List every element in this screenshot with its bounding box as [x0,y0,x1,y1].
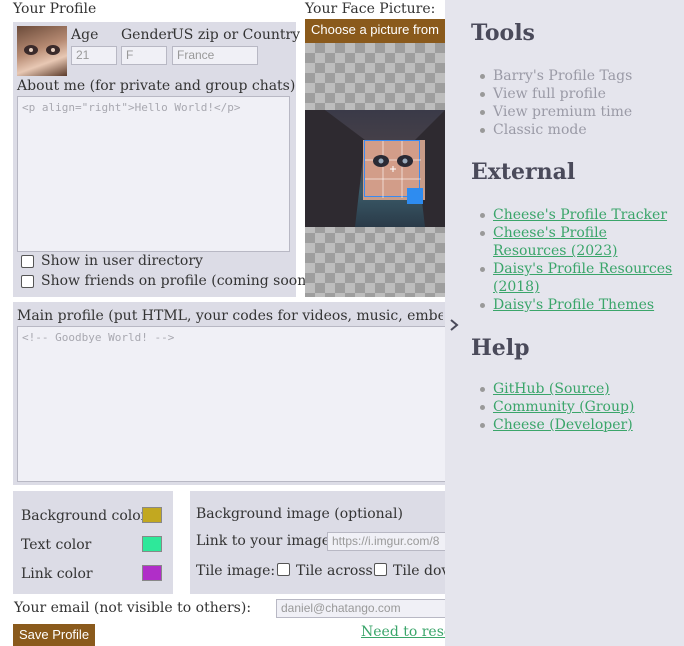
reset-link[interactable]: Need to reset [361,624,445,640]
profile-section-title: Your Profile [13,1,97,17]
external-heading: External [471,159,576,185]
gender-label: Gender [121,27,174,43]
tool-item-profile-tags[interactable]: Barry's Profile Tags [480,67,683,85]
age-input[interactable]: 21 [71,46,117,65]
save-profile-button[interactable]: Save Profile [13,624,95,646]
tools-list: Barry's Profile Tags View full profile V… [480,67,683,139]
avatar-face-icon [24,45,60,55]
tile-across-checkbox[interactable] [277,563,290,576]
sidebar: Tools Barry's Profile Tags View full pro… [445,0,684,646]
tile-across-label: Tile across [296,563,373,579]
about-label: About me (for private and group chats) [17,78,296,94]
image-link-input[interactable]: https://i.imgur.com/8 [327,532,445,551]
text-color-label: Text color [21,537,92,553]
tool-item-classic-mode[interactable]: Classic mode [480,121,683,139]
tool-item-premium-time[interactable]: View premium time [480,103,683,121]
tile-down-checkbox[interactable] [374,563,387,576]
external-link-daisy-themes[interactable]: Daisy's Profile Themes [480,296,683,314]
show-friends-checkbox[interactable] [21,275,34,288]
face-section-title: Your Face Picture: [305,1,436,17]
avatar[interactable] [17,26,67,76]
link-color-swatch[interactable] [142,565,162,581]
show-directory-checkbox[interactable] [21,255,34,268]
image-link-label: Link to your image: [196,533,335,549]
country-input[interactable]: France [172,46,258,65]
bg-image-panel: Background image (optional) Link to your… [190,491,445,594]
tools-heading: Tools [471,20,535,46]
email-label: Your email (not visible to others): [14,600,252,616]
main-profile-textarea[interactable]: <!-- Goodbye World! --> [17,326,445,482]
help-heading: Help [471,335,530,361]
about-textarea[interactable]: <p align="right">Hello World!</p> [17,96,290,252]
help-list: GitHub (Source) Community (Group) Cheese… [480,380,683,434]
external-link-profile-tracker[interactable]: Cheese's Profile Tracker [480,206,683,224]
chevron-right-icon[interactable] [449,318,459,332]
background-color-label: Background color [21,508,148,524]
profile-panel: Age Gender US zip or Country 21 F France… [13,22,312,297]
email-input[interactable]: daniel@chatango.com [276,599,445,618]
crop-resize-handle[interactable] [407,188,423,204]
help-link-community[interactable]: Community (Group) [480,398,683,416]
tool-item-full-profile[interactable]: View full profile [480,85,683,103]
choose-picture-button[interactable]: Choose a picture from [305,19,445,43]
show-directory-label: Show in user directory [41,253,203,269]
external-link-cheese-resources[interactable]: Cheese's Profile Resources (2023) [480,224,683,260]
tile-image-label: Tile image: [196,563,276,579]
background-color-swatch[interactable] [142,507,162,523]
age-label: Age [71,27,99,43]
gender-input[interactable]: F [121,46,167,65]
colors-panel: Background color Text color Link color [13,491,173,594]
main-profile-label: Main profile (put HTML, your codes for v… [17,308,443,324]
help-link-github[interactable]: GitHub (Source) [480,380,683,398]
external-link-daisy-resources[interactable]: Daisy's Profile Resources (2018) [480,260,683,296]
tile-down-label: Tile dov [393,563,445,579]
show-friends-label: Show friends on profile (coming soon) [41,273,312,289]
bg-image-title: Background image (optional) [196,506,403,522]
help-link-developer[interactable]: Cheese (Developer) [480,416,683,434]
main-profile-panel: Main profile (put HTML, your codes for v… [13,302,445,485]
text-color-swatch[interactable] [142,536,162,552]
zip-country-label: US zip or Country [172,27,301,43]
face-picture-canvas[interactable] [305,43,445,297]
link-color-label: Link color [21,566,93,582]
external-list: Cheese's Profile Tracker Cheese's Profil… [480,206,683,314]
